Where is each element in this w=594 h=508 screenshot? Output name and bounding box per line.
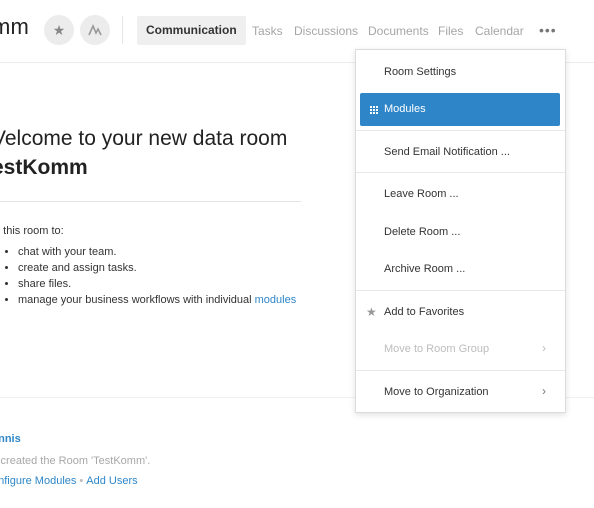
- header-divider: [122, 16, 123, 44]
- list-item: chat with your team.: [18, 244, 296, 260]
- tab-discussions[interactable]: Discussions: [294, 24, 358, 38]
- room-title: mm: [0, 14, 30, 39]
- list-item: create and assign tasks.: [18, 260, 296, 276]
- menu-divider: [356, 290, 565, 291]
- activity-user-link[interactable]: ennis: [0, 433, 21, 445]
- menu-divider: [356, 370, 565, 371]
- activity-icon: [88, 24, 102, 36]
- welcome-heading: Velcome to your new data room: [0, 127, 288, 150]
- tab-tasks[interactable]: Tasks: [252, 24, 283, 38]
- grid-icon: [369, 105, 378, 114]
- chevron-right-icon: ›: [542, 341, 546, 355]
- menu-item-modules[interactable]: Modules: [360, 93, 560, 126]
- tab-files[interactable]: Files: [438, 24, 463, 38]
- configure-modules-link[interactable]: onfigure Modules: [0, 475, 76, 487]
- activity-actions: onfigure Modules • Add Users: [0, 475, 138, 487]
- chevron-right-icon: ›: [542, 384, 546, 398]
- activity-button[interactable]: [80, 15, 110, 45]
- tab-documents[interactable]: Documents: [368, 24, 429, 38]
- menu-divider: [356, 172, 565, 173]
- link-separator: •: [79, 475, 84, 487]
- add-users-link[interactable]: Add Users: [86, 475, 137, 487]
- room-options-menu: Room Settings Modules Send Email Notific…: [355, 49, 566, 413]
- feature-list: chat with your team. create and assign t…: [0, 244, 296, 308]
- star-icon: ★: [366, 305, 377, 319]
- intro-text: e this room to:: [0, 225, 64, 237]
- welcome-divider: [0, 201, 301, 202]
- tab-calendar[interactable]: Calendar: [475, 24, 524, 38]
- favorite-button[interactable]: ★: [44, 15, 74, 45]
- menu-divider: [356, 130, 565, 131]
- modules-link[interactable]: modules: [255, 294, 297, 306]
- more-options-button[interactable]: •••: [539, 22, 557, 38]
- list-item: manage your business workflows with indi…: [18, 292, 296, 308]
- list-item: share files.: [18, 276, 296, 292]
- tab-communication[interactable]: Communication: [137, 16, 246, 45]
- room-name-heading: estKomm: [0, 156, 88, 179]
- star-icon: ★: [52, 21, 66, 38]
- activity-message: s created the Room 'TestKomm'.: [0, 455, 151, 467]
